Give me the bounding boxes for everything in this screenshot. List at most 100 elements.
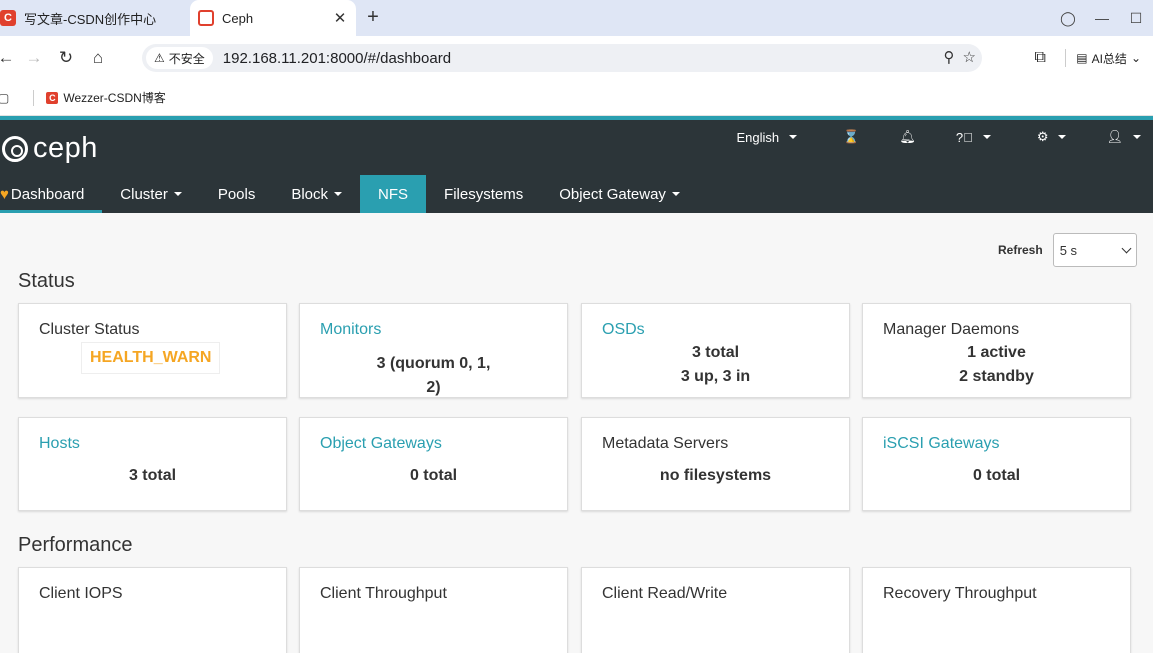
browser-toolbar: ← → ↻ ⌂ ⚠ 不安全 192.168.11.201:8000/#/dash… — [0, 36, 1153, 80]
back-icon[interactable]: ← — [0, 48, 16, 68]
ceph-logo-icon — [2, 135, 28, 162]
bookmark-star-icon[interactable]: ☆ — [963, 48, 976, 66]
new-tab-button[interactable]: + — [362, 6, 384, 28]
csdn-favicon-icon: C — [46, 91, 59, 104]
browser-tab-csdn[interactable]: C 写文章-CSDN创作中心 — [0, 0, 188, 36]
hourglass-icon: ⌛ — [843, 129, 860, 144]
nav-label: NFS — [378, 185, 409, 203]
url-text[interactable]: 192.168.11.201:8000/#/dashboard — [223, 50, 451, 67]
bookmark-item[interactable]: C Wezzer-CSDN博客 — [46, 89, 166, 106]
nav-dashboard[interactable]: ♥ Dashboard — [0, 175, 103, 213]
cluster-status-card: Cluster Status HEALTH_WARN — [18, 303, 287, 398]
manager-daemons-card: Manager Daemons 1 active 2 standby — [862, 303, 1131, 398]
bookmark-label: Wezzer-CSDN博客 — [63, 91, 166, 105]
settings-dropdown[interactable]: ⚙ — [1025, 129, 1079, 145]
csdn-favicon-icon: C — [0, 10, 16, 26]
performance-section-title: Performance — [18, 534, 133, 556]
hosts-link[interactable]: Hosts — [39, 435, 80, 453]
monitors-link[interactable]: Monitors — [320, 321, 381, 339]
caret-down-icon — [334, 192, 343, 196]
card-value: 3 (quorum 0, 1, — [376, 355, 491, 372]
security-indicator[interactable]: ⚠ 不安全 — [146, 47, 213, 69]
iscsi-gateways-link[interactable]: iSCSI Gateways — [883, 435, 999, 453]
maximize-icon[interactable]: ☐ — [1119, 10, 1153, 27]
warning-icon: ⚠ — [154, 51, 165, 65]
caret-down-icon — [173, 192, 182, 196]
ai-summary-icon: ▤ — [1076, 51, 1088, 65]
card-title: Manager Daemons — [883, 321, 1020, 338]
caret-down-icon — [789, 135, 798, 139]
object-gateways-card: Object Gateways 0 total — [299, 417, 568, 511]
notifications-button[interactable]: 🔔︎ — [887, 129, 928, 145]
location-icon[interactable]: ⚲ — [944, 48, 955, 66]
card-value: 1 active — [967, 344, 1026, 361]
refresh-control: Refresh 5 s — [998, 233, 1137, 267]
nav-block[interactable]: Block — [273, 175, 360, 213]
nav-label: Object Gateway — [559, 185, 666, 203]
apps-icon[interactable]: ▢ — [0, 91, 9, 105]
caret-down-icon — [1058, 135, 1067, 139]
nav-label: Dashboard — [10, 185, 85, 203]
recovery-throughput-card: Recovery Throughput — [862, 567, 1131, 653]
nav-nfs[interactable]: NFS — [360, 175, 427, 213]
card-value: 3 total — [691, 344, 740, 361]
refresh-label: Refresh — [998, 243, 1043, 257]
nav-label: Filesystems — [444, 185, 524, 203]
profile-icon[interactable]: ◯ — [1051, 10, 1085, 27]
omnibox-icons: ⚲ ☆ — [944, 48, 976, 66]
browser-tab-ceph[interactable]: Ceph ✕ — [190, 0, 356, 36]
card-value: no filesystems — [659, 467, 772, 484]
forward-icon[interactable]: → — [24, 48, 44, 68]
card-value: 3 total — [128, 467, 177, 484]
toolbar-divider — [1065, 49, 1067, 67]
user-icon: 👤︎ — [1106, 129, 1123, 144]
card-title: Client IOPS — [39, 585, 123, 602]
toolbar-right: ⧉ ▤ AI总结 ⌄ — [1025, 44, 1153, 72]
gear-icon: ⚙ — [1036, 129, 1049, 144]
bookmarks-divider — [33, 89, 35, 106]
close-tab-icon[interactable]: ✕ — [330, 9, 350, 27]
caret-down-icon — [671, 192, 680, 196]
card-value: 0 total — [972, 467, 1021, 484]
address-bar[interactable]: ⚠ 不安全 192.168.11.201:8000/#/dashboard ⚲ … — [142, 44, 982, 72]
caret-down-icon — [1133, 135, 1141, 139]
card-value: 2) — [426, 379, 441, 396]
user-dropdown[interactable]: 👤︎ — [1094, 129, 1153, 145]
chevron-down-icon — [1121, 243, 1132, 253]
nav-object-gateway[interactable]: Object Gateway — [541, 175, 698, 213]
home-icon[interactable]: ⌂ — [88, 48, 108, 68]
window-controls: ◯ — ☐ — [1051, 0, 1153, 36]
refresh-interval-select[interactable]: 5 s — [1052, 233, 1137, 267]
bell-icon: 🔔︎ — [899, 129, 916, 144]
card-title: Recovery Throughput — [883, 585, 1037, 602]
hosts-card: Hosts 3 total — [18, 417, 287, 511]
health-status-badge[interactable]: HEALTH_WARN — [81, 342, 221, 374]
chevron-down-icon: ⌄ — [1130, 51, 1141, 65]
card-title: Metadata Servers — [602, 435, 729, 452]
security-label: 不安全 — [168, 51, 205, 66]
language-dropdown[interactable]: English — [725, 130, 810, 145]
task-manager-button[interactable]: ⌛ — [831, 129, 871, 145]
minimize-icon[interactable]: — — [1085, 10, 1119, 26]
client-iops-card: Client IOPS — [18, 567, 287, 653]
ceph-logo[interactable]: ceph — [2, 132, 98, 165]
ceph-favicon-icon — [198, 10, 214, 26]
client-throughput-card: Client Throughput — [299, 567, 568, 653]
status-section-title: Status — [18, 270, 75, 292]
card-title: Client Read/Write — [602, 585, 728, 602]
osds-link[interactable]: OSDs — [602, 321, 645, 339]
help-dropdown[interactable]: ?⃝ — [944, 130, 1003, 145]
card-value: 3 up, 3 in — [680, 368, 751, 385]
object-gateways-link[interactable]: Object Gateways — [320, 435, 442, 453]
language-label: English — [736, 129, 780, 145]
tab-label: Ceph — [222, 10, 254, 26]
nav-cluster[interactable]: Cluster — [102, 175, 200, 213]
card-title: Client Throughput — [320, 585, 447, 602]
card-value: 2 standby — [959, 368, 1034, 385]
nav-pools[interactable]: Pools — [200, 175, 274, 213]
extensions-icon[interactable]: ⧉ — [1025, 49, 1055, 67]
ai-summary-button[interactable]: ▤ AI总结 ⌄ — [1076, 50, 1141, 67]
reload-icon[interactable]: ↻ — [56, 48, 76, 68]
ceph-logo-text: ceph — [33, 132, 98, 164]
nav-filesystems[interactable]: Filesystems — [426, 175, 541, 213]
